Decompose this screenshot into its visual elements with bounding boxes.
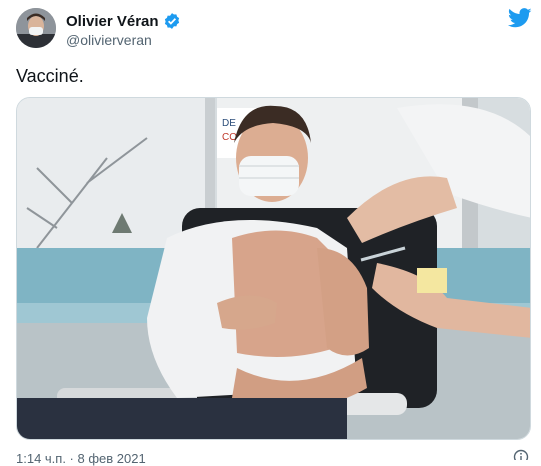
vaccination-photo: DE CO: [17, 98, 530, 439]
info-icon-glyph: [513, 449, 529, 460]
author-display-name[interactable]: Olivier Véran: [66, 13, 159, 30]
avatar-image: [16, 8, 56, 48]
tweet-photo[interactable]: DE CO: [16, 97, 531, 440]
wall-sign-text-2: CO: [222, 132, 237, 143]
twitter-bird-icon[interactable]: [508, 8, 532, 28]
avatar[interactable]: [16, 8, 56, 48]
author-handle[interactable]: @olivierveran: [66, 32, 152, 48]
author-name-row: Olivier Véran: [66, 12, 181, 30]
info-icon[interactable]: [513, 449, 529, 460]
tweet-text: Vacciné.: [16, 66, 84, 86]
tweet-timestamp[interactable]: 1:14 ч.п. · 8 фев 2021: [16, 451, 146, 466]
verified-badge-icon: [164, 13, 179, 29]
wall-sign-text-1: DE: [222, 118, 236, 129]
